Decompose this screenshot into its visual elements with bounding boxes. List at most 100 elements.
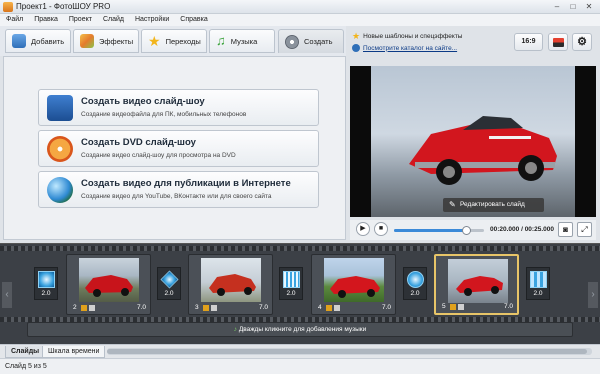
player-controls: ▶ ■ 00:20.000 / 00:25.000 ◙ ⤢ [350,220,596,240]
play-icon: ▶ [360,225,366,232]
slide-number: 2 [73,304,77,311]
stop-button[interactable]: ■ [374,222,388,236]
camera-icon: ◙ [563,225,568,234]
menu-file[interactable]: Файл [6,14,23,26]
fullscreen-button[interactable]: ⤢ [577,222,592,237]
minimize-button[interactable]: – [550,1,564,12]
transition-duration: 2.0 [164,290,174,297]
slide-duration: 7.0 [136,304,146,311]
playback-progress [394,229,466,232]
transition-item[interactable]: 2.0 [526,267,550,300]
dvd-icon [47,136,73,162]
status-text: Слайд 5 из 5 [5,363,47,370]
tab-label: Эффекты [99,36,134,46]
aspect-ratio-button[interactable]: 16:9 [514,33,543,51]
timeline-slide[interactable]: 2 7.0 [66,254,151,315]
transition-icon [283,271,300,288]
globe-icon [47,177,73,203]
templates-notice: ★ Новые шаблоны и спецэффекты [352,30,512,42]
music-hint: Дважды кликните для добавления музыки [238,326,367,333]
slide-icons [326,305,340,311]
create-dvd-button[interactable]: Создать DVD слайд-шоу Создание видео сла… [38,130,319,167]
tab-label: Переходы [165,36,201,46]
transition-item[interactable]: 2.0 [157,267,181,300]
catalog-link[interactable]: Посмотрите каталог на сайте... [352,42,512,54]
car-thumbnail [456,276,503,296]
transition-item[interactable]: 2.0 [279,267,303,300]
film-reel-icon [285,34,299,49]
tab-label: Музыка [230,36,258,46]
menu-help[interactable]: Справка [180,14,207,26]
tab-transitions[interactable]: ★ Переходы [141,29,207,53]
transition-icon [160,270,179,289]
tab-slides[interactable]: Слайды [5,346,46,358]
theme-button[interactable] [548,33,568,51]
fullscreen-icon: ⤢ [581,225,588,234]
stop-icon: ■ [378,225,384,232]
scroll-right-arrow[interactable]: › [588,282,598,308]
edit-slide-button[interactable]: ✎ Редактировать слайд [443,198,544,212]
option-title: Создать DVD слайд-шоу [81,137,196,148]
transition-duration: 2.0 [410,290,420,297]
maximize-button[interactable]: □ [566,1,580,12]
slide-number: 5 [442,303,446,310]
edit-slide-label: Редактировать слайд [460,201,525,208]
menu-bar: Файл Правка Проект Слайд Настройки Справ… [0,14,600,26]
status-bar: Слайд 5 из 5 [0,358,600,374]
timeline-scrollbar[interactable] [107,348,592,355]
snapshot-button[interactable]: ◙ [558,222,573,237]
timeline-slide[interactable]: 3 7.0 [188,254,273,315]
pencil-icon: ✎ [449,200,456,209]
create-web-video-button[interactable]: Создать видео для публикации в Интернете… [38,171,319,208]
tab-timeline[interactable]: Шкала времени [42,346,106,358]
playback-track[interactable] [394,226,484,235]
timeline-slide-selected[interactable]: 5 7.0 [434,254,519,315]
title-bar: Проект1 - ФотоШОУ PRO – □ ✕ [0,0,600,14]
slide-number: 4 [318,304,322,311]
tab-music[interactable]: ♫ Музыка [209,29,275,53]
playback-knob[interactable] [462,226,471,235]
sound-icon [211,305,217,311]
transition-item[interactable]: 2.0 [403,267,427,300]
window-controls: – □ ✕ [550,1,596,12]
music-note-icon: ♪ [233,326,237,333]
menu-slide[interactable]: Слайд [103,14,124,26]
slide-thumbnail [448,259,508,303]
tab-add[interactable]: Добавить [5,29,71,53]
scrollbar-thumb[interactable] [107,349,587,354]
tab-label: Добавить [31,36,65,46]
music-track[interactable]: ♪ Дважды кликните для добавления музыки [27,322,573,337]
scroll-left-arrow[interactable]: ‹ [2,282,12,308]
edit-icon [203,305,209,311]
menu-edit[interactable]: Правка [34,14,58,26]
car-thumbnail [209,274,256,296]
option-title: Создать видео для публикации в Интернете [81,178,291,189]
window-title: Проект1 - ФотоШОУ PRO [16,2,111,11]
video-phone-icon [47,95,73,121]
edit-icon [450,304,456,310]
globe-icon [352,44,360,52]
slide-thumbnail [201,258,261,302]
menu-project[interactable]: Проект [69,14,92,26]
edit-icon [326,305,332,311]
close-button[interactable]: ✕ [582,1,596,12]
play-button[interactable]: ▶ [356,222,370,236]
menu-settings[interactable]: Настройки [135,14,169,26]
slide-icons [81,305,95,311]
option-subtitle: Создание видео слайд-шоу для просмотра н… [81,152,236,159]
create-video-button[interactable]: Создать видео слайд-шоу Создание видеофа… [38,89,319,126]
slide-duration: 7.0 [381,304,391,311]
slide-thumbnail [79,258,139,302]
catalog-link-text[interactable]: Посмотрите каталог на сайте... [363,45,457,52]
option-subtitle: Создание видео для YouTube, ВКонтакте ил… [81,193,272,200]
tab-label: Создать [304,37,333,46]
car-thumbnail [85,275,133,297]
templates-text: Новые шаблоны и спецэффекты [363,32,463,40]
transition-item[interactable]: 2.0 [34,267,58,300]
tab-create[interactable]: Создать [278,29,344,53]
settings-button[interactable]: ⚙ [572,33,592,51]
preview-photo: ✎ Редактировать слайд [371,66,575,217]
timeline-slide[interactable]: 4 7.0 [311,254,396,315]
tab-effects[interactable]: Эффекты [73,29,139,53]
gear-icon: ⚙ [577,36,587,48]
